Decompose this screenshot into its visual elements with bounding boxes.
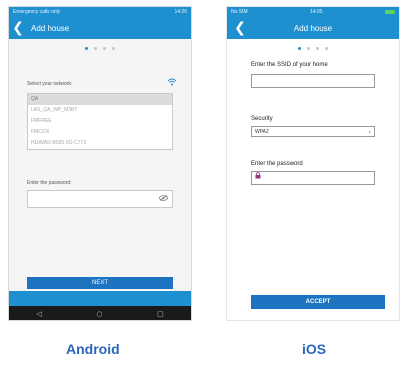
step-indicator [227,47,399,50]
ios-app-bar: ❮ Add house [227,17,399,39]
next-button[interactable]: NEXT [27,277,173,289]
network-label: Select your network: [27,80,73,87]
network-item[interactable]: HUAWEI-B025-5G-C773 [28,138,172,149]
android-status-bar: Emergency calls only 14:26 [9,7,191,17]
status-time: 14:05 [310,9,323,15]
password-field[interactable] [251,171,375,185]
ios-caption: iOS [302,341,327,357]
step-dot [94,47,97,50]
footer-band [227,320,399,321]
footer-band [9,291,191,306]
ssid-field[interactable] [251,74,375,88]
step-indicator [9,47,191,50]
password-field[interactable] [27,190,173,208]
step-dot [112,47,115,50]
back-icon[interactable]: ❮ [231,17,249,39]
network-header: Select your network: [27,78,177,89]
step-dot [316,47,319,50]
security-label: Security [251,116,273,122]
network-list: QA LAS_QA_WP_M3BT FMFREE FMCCR HUAWEI-B0… [27,93,173,150]
android-screen: Emergency calls only 14:26 ❮ Add house S… [8,6,192,321]
network-item[interactable]: FMFREE [28,116,172,127]
status-carrier: Emergency calls only [13,9,61,15]
back-icon[interactable]: ❮ [9,17,27,39]
ios-screen: No SIM 14:05 ❮ Add house Enter the SSID … [226,6,400,321]
android-nav-bar: ◁ ○ □ [9,306,191,320]
status-time: 14:26 [174,9,187,15]
accept-button[interactable]: ACCEPT [251,295,385,309]
page-title: Add house [293,23,333,33]
nav-back-icon[interactable]: ◁ [36,310,41,318]
wifi-icon[interactable] [167,78,177,89]
network-item[interactable]: QA [28,94,172,105]
nav-recent-icon[interactable]: □ [157,310,164,318]
status-carrier: No SIM [231,9,248,15]
chevron-right-icon: › [368,127,371,136]
ios-status-bar: No SIM 14:05 [227,7,399,17]
ios-form: Enter the SSID of your home Security WPA… [251,62,375,185]
password-label: Enter the password [251,161,303,167]
ssid-label: Enter the SSID of your home [251,62,328,68]
step-dot [85,47,88,50]
lock-icon [252,172,261,184]
eye-off-icon[interactable] [159,195,168,203]
android-app-bar: ❮ Add house [9,17,191,39]
step-dot [307,47,310,50]
network-item[interactable]: FMCCR [28,127,172,138]
battery-icon [385,10,395,14]
security-select[interactable]: WPA2 › [251,126,375,137]
android-caption: Android [66,341,120,357]
security-value: WPA2 [255,128,269,135]
nav-home-icon[interactable]: ○ [96,310,102,318]
step-dot [298,47,301,50]
network-item[interactable]: LAS_QA_WP_M3BT [28,105,172,116]
page-title: Add house [31,23,70,33]
password-label: Enter the password: [27,180,72,186]
step-dot [325,47,328,50]
step-dot [103,47,106,50]
